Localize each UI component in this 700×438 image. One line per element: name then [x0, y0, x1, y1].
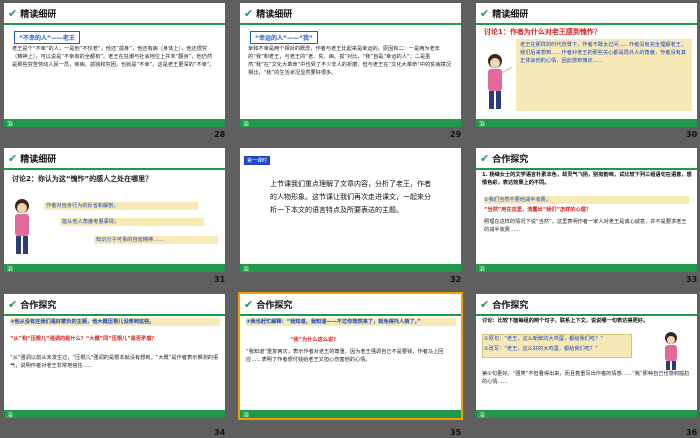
slide-footer: 治 [240, 119, 461, 127]
example-sentence: ③我也赶忙解释：“我知道，我知道——不过你既然来了，就免得托人捎了。” [246, 318, 456, 326]
note-1: 作者对自身行为的反省和解剖； [44, 202, 198, 210]
header-rule [476, 23, 697, 25]
check-icon: ✔ [8, 6, 18, 20]
slide-footer: 治 [476, 264, 697, 272]
slide-footer: 治 [4, 119, 225, 127]
sub-question: “我”为什么这么说？ [290, 337, 339, 343]
option-1: ①原句：“老王，这么新鲜的大鸡蛋，都给我们吃？” [484, 336, 603, 342]
slide-thumbnail-35[interactable]: ✔ 合作探究 ③我也赶忙解释：“我知道，我知道——不过你既然来了，就免得托人捎了。… [238, 292, 463, 420]
slide-number: 30 [686, 130, 698, 139]
answer-text: 照理在这样的情况下说“当然”，这里表明作者一家人对老王是诚心诚意，并不是要求老王… [484, 219, 687, 233]
slide-number: 31 [214, 275, 226, 284]
header-rule [240, 23, 461, 25]
option-2: ②改写：“老王，这么好的大鸡蛋，都给我们吃？” [484, 346, 598, 352]
slide-footer: 治 [240, 264, 461, 272]
answer-text: “我知道”重复两次，表示作者对老王的尊重，因为老王强调自己不是要钱，作者马上回应… [246, 349, 444, 363]
slide-footer: 治 [476, 410, 697, 418]
check-icon: ✔ [244, 297, 254, 311]
slide-number: 35 [450, 428, 462, 437]
answer-text: 第①句更好。“强笑”不但看得出来，而且着重写出作者的情感……“我”那种自己也感到… [482, 371, 690, 385]
slide-footer: 治 [4, 410, 225, 418]
sub-question: “当然”用在这里，流露出“我们”怎样的心理？ [484, 207, 592, 213]
slide-thumbnail-36[interactable]: ✔ 合作探究 讨论：比较下面每组的两个句子，联系上下文，说说哪一句表达得更好。 ①… [476, 294, 697, 418]
example-sentence: ②他从没有还我们是好欺负的主顾，他大概压根儿没想到这些。 [10, 318, 220, 326]
slide-footer: 治 [4, 264, 225, 272]
slide-thumbnail-28[interactable]: ✔ 精读细研 “不幸的人”——老王 老王是个“不幸”的人，一是他“不仅老”，他还“… [4, 3, 225, 127]
slide-number: 34 [214, 428, 226, 437]
slide-number: 29 [450, 130, 462, 139]
check-icon: ✔ [480, 297, 490, 311]
header-rule [240, 314, 461, 316]
slide-thumbnail-33[interactable]: ✔ 合作探究 1. 杨绛女士的文学语言朴素本色，却灵气飞扬，别有韵味，试比较下列三… [476, 148, 697, 272]
header-rule [476, 314, 697, 316]
slide-number: 28 [214, 130, 226, 139]
slide-footer: 治 [240, 410, 461, 418]
check-icon: ✔ [480, 6, 490, 20]
discussion-question: 讨论1：作者为什么对老王感到愧怍？ [484, 28, 601, 36]
slide-thumbnail-29[interactable]: ✔ 精读细研 “幸运的人”——“我” 幸和不幸是两个相对的概念，作者与老王比起来是… [240, 3, 461, 127]
slide-body: 幸和不幸是两个相对的概念，作者与老王比起来是幸运的。原因有二：一是两为老年的“我… [248, 46, 451, 76]
teacher-figure [8, 196, 38, 256]
check-icon: ✔ [8, 151, 18, 165]
header-rule [4, 314, 225, 316]
answer-text: 老王在那样的时代背景下，作者不敢太过问……作者没有完全理解老王，我们后来想到……… [520, 42, 687, 64]
sub-question: “从”和“压根儿”强调的是什么？“大概”同“压根儿”是否矛盾？ [10, 336, 157, 342]
slide-thumbnail-34[interactable]: ✔ 合作探究 ②他从没有还我们是好欺负的主顾，他大概压根儿没想到这些。 “从”和“… [4, 294, 225, 418]
slide-title: 合作探究 [256, 300, 293, 311]
note-3: 知识分子可贵的自省精神…… [94, 236, 218, 244]
check-icon: ✔ [8, 297, 18, 311]
check-icon: ✔ [244, 6, 254, 20]
slide-title: 合作探究 [492, 300, 529, 311]
check-icon: ✔ [480, 151, 490, 165]
example-sentence: ①我们当然不要他减半收费。 [484, 196, 689, 204]
slide-title: 合作探究 [20, 300, 57, 311]
slide-number: 36 [686, 428, 698, 437]
teacher-figure [656, 330, 686, 370]
slide-title: 精读细研 [492, 9, 529, 20]
slide-thumbnail-30[interactable]: ✔ 精读细研 讨论1：作者为什么对老王感到愧怍？ 老王在那样的时代背景下，作者不敢… [476, 3, 697, 127]
slide-body: 老王是个“不幸”的人，一是他“不仅老”，他还“孤身”，他还有病（身体上），他还很… [12, 46, 215, 68]
teacher-figure [480, 51, 514, 111]
header-rule [4, 168, 225, 170]
slide-title: 精读细研 [20, 154, 57, 165]
question-text: 讨论：比较下面每组的两个句子，联系上下文，说说哪一句表达得更好。 [482, 318, 649, 324]
header-rule [476, 168, 697, 170]
lesson-badge: 第一课时 [244, 156, 271, 165]
slide-body: 上节课我们重点理解了文章内容，分析了老王，作者的人物形象。这节课让我们再次走进课… [270, 180, 431, 214]
header-rule [4, 23, 225, 25]
slide-title: 精读细研 [20, 9, 57, 20]
discussion-question: 讨论2：你认为这“愧怍”的感人之处在哪里？ [12, 175, 153, 183]
slide-number: 33 [686, 275, 698, 284]
section-tag: “不幸的人”——老王 [14, 31, 80, 44]
slide-number: 32 [450, 275, 462, 284]
question-text: 1. 杨绛女士的文学语言朴素本色，却灵气飞扬，别有韵味，试比较下列三组语句在语意… [482, 172, 692, 186]
slide-title: 精读细研 [256, 9, 293, 20]
note-2: 能从他人角度考量事情； [60, 218, 204, 226]
answer-text: “从”强调以前从未发生过，“压根儿”强调的是根本就没有想到。“大概”是作者表示推… [10, 355, 219, 369]
section-tag: “幸运的人”——“我” [250, 31, 318, 44]
slide-footer: 治 [476, 119, 697, 127]
slide-title: 合作探究 [492, 154, 529, 165]
slide-thumbnail-31[interactable]: ✔ 精读细研 讨论2：你认为这“愧怍”的感人之处在哪里？ 作者对自身行为的反省和解… [4, 148, 225, 272]
slide-thumbnail-32[interactable]: 第一课时 上节课我们重点理解了文章内容，分析了老王，作者的人物形象。这节课让我们… [240, 148, 461, 272]
